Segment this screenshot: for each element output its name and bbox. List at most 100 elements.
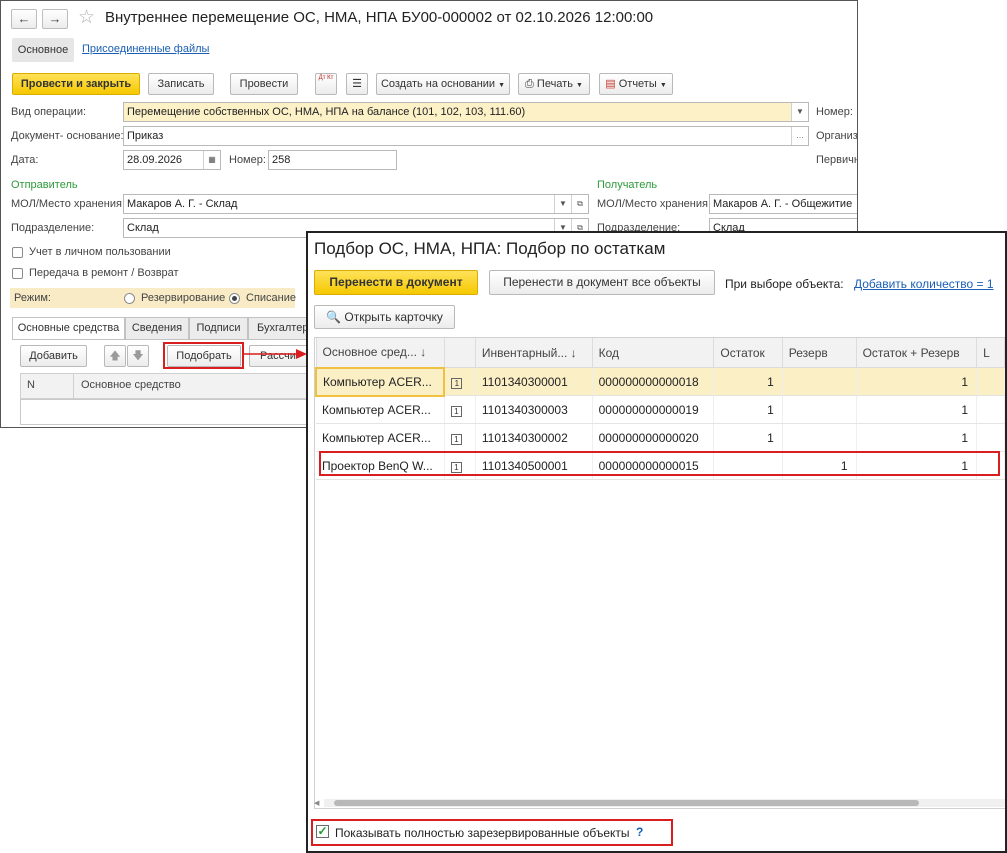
dropdown-icon: ▼ xyxy=(659,82,667,89)
sender-dept-label: Подразделение: xyxy=(11,222,95,234)
card-icon: 1 xyxy=(450,433,462,445)
mode-writeoff-radio[interactable] xyxy=(229,293,240,304)
operation-type-value: Перемещение собственных ОС, НМА, НПА на … xyxy=(127,106,526,118)
extra-cell xyxy=(976,395,1005,424)
total-cell: 1 xyxy=(856,423,978,452)
post-and-close-button[interactable]: Провести и закрыть xyxy=(12,73,140,95)
back-button[interactable]: ← xyxy=(11,9,37,29)
receiver-mol-label: МОЛ/Место хранения: xyxy=(597,198,712,210)
card-cell: 1 xyxy=(444,395,476,424)
dropdown-icon[interactable]: ▼ xyxy=(791,103,808,121)
dtkt-icon: Дт Кт xyxy=(318,75,334,81)
table-empty-row[interactable] xyxy=(20,399,310,425)
open-icon[interactable]: ⧉ xyxy=(571,195,588,213)
open-card-button[interactable]: 🔍 Открыть карточку xyxy=(314,305,455,329)
right-primary-label: Первичн xyxy=(816,154,858,166)
asset-cell[interactable]: Компьютер ACER... xyxy=(314,366,446,397)
column-extra[interactable]: L xyxy=(976,337,1005,368)
column-rest-plus-reserve[interactable]: Остаток + Резерв xyxy=(855,337,978,368)
sender-mol-field[interactable]: Макаров А. Г. - Склад ▼ ⧉ xyxy=(123,194,589,214)
transfer-to-document-button[interactable]: Перенести в документ xyxy=(314,270,478,295)
total-cell: 1 xyxy=(856,367,978,396)
transfer-all-button[interactable]: Перенести в документ все объекты xyxy=(489,270,715,295)
code-cell: 000000000000020 xyxy=(592,423,715,452)
table-row[interactable]: Компьютер ACER... 1 1101340300001 000000… xyxy=(314,366,1005,397)
print-button[interactable]: ⎙ Печать ▼ xyxy=(518,73,590,95)
date-field[interactable]: 28.09.2026 ▦ xyxy=(123,150,221,170)
tab-signatures[interactable]: Подписи xyxy=(189,317,248,339)
mode-label: Режим: xyxy=(14,292,51,304)
arrow-right-icon: → xyxy=(48,11,62,26)
mode-reserve-radio[interactable] xyxy=(124,293,135,304)
right-number-label: Номер: xyxy=(816,106,853,118)
horizontal-scrollbar[interactable] xyxy=(324,799,1005,807)
tab-fixed-assets[interactable]: Основные средства xyxy=(12,317,125,340)
dialog-title: Подбор ОС, НМА, НПА: Подбор по остаткам xyxy=(314,239,666,258)
scrollbar-thumb[interactable] xyxy=(334,800,919,806)
base-document-label: Документ- основание: xyxy=(11,130,124,142)
list-button[interactable]: ☰ xyxy=(346,73,368,95)
add-row-button[interactable]: Добавить xyxy=(20,345,87,367)
rest-cell: 1 xyxy=(713,423,783,452)
receiver-mol-field[interactable]: Макаров А. Г. - Общежитие xyxy=(709,194,857,214)
mode-writeoff-label: Списание xyxy=(246,292,296,304)
move-down-button[interactable]: 🡇 xyxy=(127,345,149,367)
table-row[interactable]: Компьютер ACER... 1 1101340300003 000000… xyxy=(316,395,1005,424)
dropdown-icon[interactable]: ▼ xyxy=(554,195,571,213)
extra-cell xyxy=(976,367,1005,396)
scroll-left-icon[interactable]: ◀ xyxy=(314,799,319,807)
table-header-row: Основное сред... ↓ Инвентарный... ↓ Код … xyxy=(315,337,1005,368)
move-up-button[interactable]: 🡅 xyxy=(104,345,126,367)
calendar-icon[interactable]: ▦ xyxy=(203,151,220,169)
reserved-row-highlight xyxy=(319,451,1000,476)
favorite-star-icon[interactable]: ☆ xyxy=(78,6,95,29)
extra-cell xyxy=(976,423,1005,452)
rest-cell: 1 xyxy=(713,367,783,396)
column-inventory[interactable]: Инвентарный... ↓ xyxy=(474,337,593,368)
create-based-on-button[interactable]: Создать на основании ▼ xyxy=(376,73,510,95)
mode-reserve-label: Резервирование xyxy=(141,292,226,304)
sender-mol-label: МОЛ/Место хранения: xyxy=(11,198,126,210)
repair-checkbox[interactable] xyxy=(12,268,23,279)
right-org-label: Организ xyxy=(816,130,858,142)
tab-attached-files[interactable]: Присоединенные файлы xyxy=(82,43,209,55)
number-label: Номер: xyxy=(229,154,266,166)
column-code[interactable]: Код xyxy=(591,337,715,368)
tab-main[interactable]: Основное xyxy=(12,38,74,62)
asset-cell[interactable]: Компьютер ACER... xyxy=(316,395,445,424)
base-document-value: Приказ xyxy=(127,130,164,142)
table-row[interactable]: Компьютер ACER... 1 1101340300002 000000… xyxy=(316,423,1005,452)
code-cell: 000000000000018 xyxy=(592,367,715,396)
column-reserve[interactable]: Резерв xyxy=(781,337,857,368)
column-asset: Основное средство xyxy=(81,379,181,391)
on-select-label: При выборе объекта: xyxy=(725,277,844,291)
arrow-down-icon: 🡇 xyxy=(132,350,144,362)
operation-type-field[interactable]: Перемещение собственных ОС, НМА, НПА на … xyxy=(123,102,809,122)
sender-dept-value: Склад xyxy=(127,222,159,234)
receiver-section-title: Получатель xyxy=(597,179,658,191)
reports-button[interactable]: ▤ Отчеты ▼ xyxy=(599,73,673,95)
create-based-on-label: Создать на основании xyxy=(380,78,496,90)
add-quantity-link[interactable]: Добавить количество = 1 xyxy=(854,277,994,291)
dtkt-button[interactable]: Дт Кт xyxy=(315,73,337,95)
number-field[interactable]: 258 xyxy=(268,150,397,170)
forward-button[interactable]: → xyxy=(42,9,68,29)
card-icon: 1 xyxy=(450,405,462,417)
reserve-cell xyxy=(782,395,857,424)
print-label: Печать xyxy=(536,78,573,90)
column-n: N xyxy=(27,379,35,391)
operation-type-label: Вид операции: xyxy=(11,106,87,118)
ellipsis-icon[interactable]: … xyxy=(791,127,808,145)
sender-section-title: Отправитель xyxy=(11,179,78,191)
repair-label: Передача в ремонт / Возврат xyxy=(29,267,179,279)
column-rest[interactable]: Остаток xyxy=(713,337,783,368)
base-document-field[interactable]: Приказ … xyxy=(123,126,809,146)
save-button[interactable]: Записать xyxy=(148,73,214,95)
inventory-cell: 1101340300002 xyxy=(475,423,593,452)
post-button[interactable]: Провести xyxy=(230,73,298,95)
column-asset[interactable]: Основное сред... ↓ xyxy=(315,337,445,368)
column-icon xyxy=(443,337,476,368)
asset-cell[interactable]: Компьютер ACER... xyxy=(316,423,445,452)
personal-use-checkbox[interactable] xyxy=(12,247,23,258)
tab-details[interactable]: Сведения xyxy=(125,317,189,339)
